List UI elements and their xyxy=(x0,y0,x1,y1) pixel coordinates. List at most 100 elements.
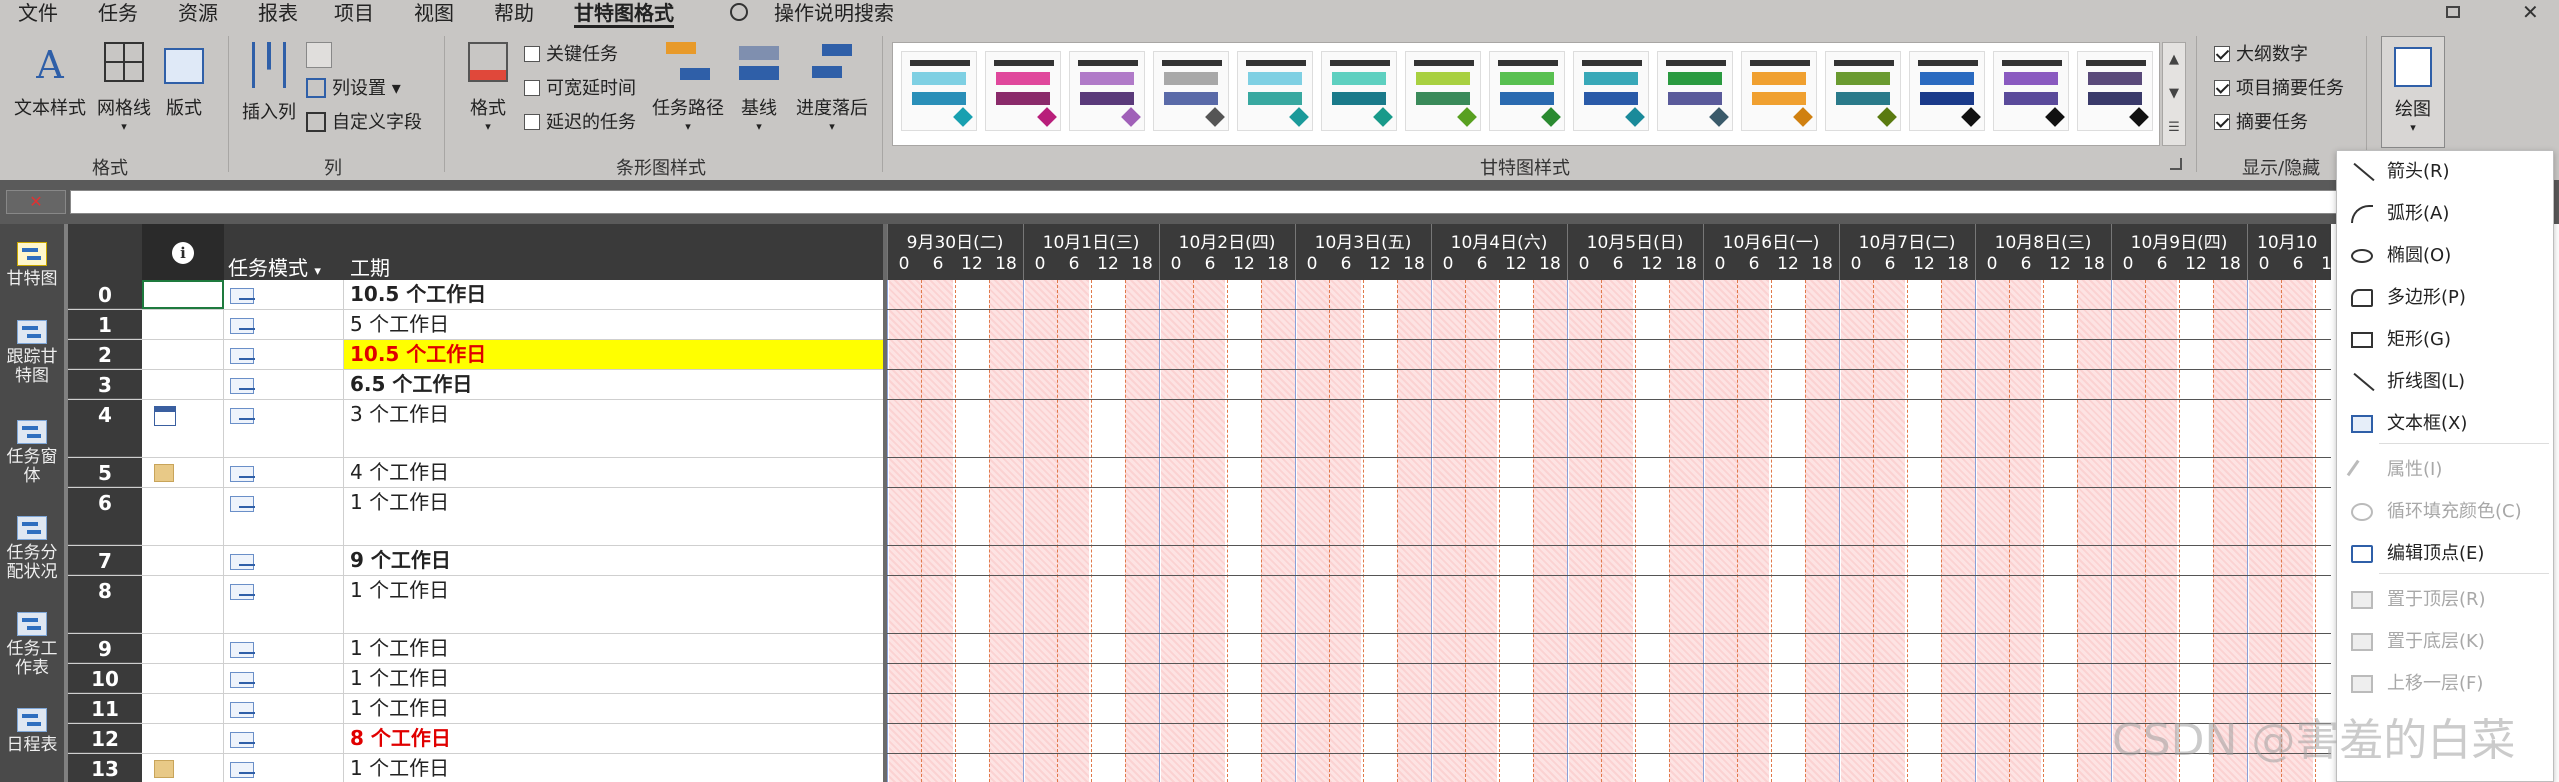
gantt-style-item[interactable] xyxy=(1825,51,1901,131)
restore-window-icon[interactable] xyxy=(2446,6,2460,18)
gallery-scroll[interactable]: ▲ ▼ ☰ xyxy=(2162,42,2186,146)
column-header-info[interactable]: ℹ xyxy=(142,224,224,280)
table-row[interactable]: 5 4 个工作日 xyxy=(68,458,883,488)
indicator-cell[interactable] xyxy=(142,488,224,545)
gantt-style-item[interactable] xyxy=(1993,51,2069,131)
table-row[interactable]: 3 6.5 个工作日 xyxy=(68,370,883,400)
dialog-launcher-icon[interactable] xyxy=(2170,158,2182,170)
draw-menu-item[interactable]: 弧形(A) xyxy=(2337,193,2555,235)
row-id[interactable]: 7 xyxy=(68,546,142,575)
table-row[interactable]: 7 9 个工作日 xyxy=(68,546,883,576)
critical-tasks-checkbox[interactable]: 关键任务 xyxy=(524,40,618,70)
custom-fields-button[interactable]: 自定义字段 xyxy=(306,108,422,138)
gantt-style-item[interactable] xyxy=(1153,51,1229,131)
task-mode-cell[interactable] xyxy=(224,280,344,309)
sort-dropdown-icon[interactable]: ▾ xyxy=(314,264,321,279)
task-mode-cell[interactable] xyxy=(224,724,344,753)
table-row[interactable]: 8 1 个工作日 xyxy=(68,576,883,634)
indicator-cell[interactable] xyxy=(142,724,224,753)
task-mode-cell[interactable] xyxy=(224,310,344,339)
duration-cell[interactable]: 5 个工作日 xyxy=(344,310,883,339)
row-id[interactable]: 1 xyxy=(68,310,142,339)
table-row[interactable]: 0 10.5 个工作日 xyxy=(68,280,883,310)
draw-menu-item[interactable]: 多边形(P) xyxy=(2337,277,2555,319)
duration-cell[interactable]: 10.5 个工作日 xyxy=(344,340,883,369)
task-mode-cell[interactable] xyxy=(224,340,344,369)
tab-gantt-format[interactable]: 甘特图格式 xyxy=(574,0,674,28)
indicator-cell[interactable] xyxy=(142,576,224,633)
row-id[interactable]: 11 xyxy=(68,694,142,723)
duration-cell[interactable]: 1 个工作日 xyxy=(344,634,883,663)
table-row[interactable]: 4 3 个工作日 xyxy=(68,400,883,458)
indicator-cell[interactable] xyxy=(142,664,224,693)
task-mode-cell[interactable] xyxy=(224,576,344,633)
layout-button[interactable]: 版式 xyxy=(160,42,208,120)
gantt-style-item[interactable] xyxy=(1573,51,1649,131)
table-row[interactable]: 12 8 个工作日 xyxy=(68,724,883,754)
view-task-sheet[interactable]: 任务工 作表 xyxy=(0,612,64,678)
slippage-button[interactable]: 进度落后 ▾ xyxy=(794,42,870,133)
task-mode-cell[interactable] xyxy=(224,400,344,457)
wrap-text-icon[interactable] xyxy=(402,42,428,68)
row-id[interactable]: 10 xyxy=(68,664,142,693)
draw-menu-item[interactable]: 矩形(G) xyxy=(2337,319,2555,361)
project-summary-checkbox[interactable]: 项目摘要任务 xyxy=(2214,74,2344,104)
close-icon[interactable]: ✕ xyxy=(2522,0,2539,24)
gantt-chart[interactable]: 9月30日(二) 0 6 12 18 10月1日(三) 0 6 12 18 10月2日(四) 0 6 12… xyxy=(887,224,2331,782)
task-mode-cell[interactable] xyxy=(224,488,344,545)
slack-checkbox[interactable]: 可宽延时间 xyxy=(524,74,636,104)
draw-menu-item[interactable]: 箭头(R) xyxy=(2337,151,2555,193)
task-mode-cell[interactable] xyxy=(224,370,344,399)
tab-resource[interactable]: 资源 xyxy=(178,0,218,28)
bar-format-button[interactable]: 格式 ▾ xyxy=(458,42,518,133)
view-task-usage[interactable]: 任务分 配状况 xyxy=(0,516,64,582)
indicator-cell[interactable] xyxy=(142,340,224,369)
duration-cell[interactable]: 1 个工作日 xyxy=(344,694,883,723)
align-center-icon[interactable] xyxy=(338,42,364,68)
gantt-style-item[interactable] xyxy=(1069,51,1145,131)
tab-report[interactable]: 报表 xyxy=(258,0,298,28)
gantt-style-item[interactable] xyxy=(985,51,1061,131)
gantt-style-item[interactable] xyxy=(1657,51,1733,131)
duration-cell[interactable]: 1 个工作日 xyxy=(344,576,883,633)
table-row[interactable]: 9 1 个工作日 xyxy=(68,634,883,664)
gallery-up-icon[interactable]: ▲ xyxy=(2163,43,2185,77)
align-right-icon[interactable] xyxy=(370,42,396,68)
draw-menu-item[interactable]: 折线图(L) xyxy=(2337,361,2555,403)
row-id[interactable]: 0 xyxy=(68,280,142,309)
late-tasks-checkbox[interactable]: 延迟的任务 xyxy=(524,108,636,138)
duration-cell[interactable]: 10.5 个工作日 xyxy=(344,280,883,309)
row-id[interactable]: 9 xyxy=(68,634,142,663)
table-row[interactable]: 11 1 个工作日 xyxy=(68,694,883,724)
gallery-down-icon[interactable]: ▼ xyxy=(2163,77,2185,111)
task-mode-cell[interactable] xyxy=(224,546,344,575)
gridlines-button[interactable]: 网格线 ▾ xyxy=(94,42,154,133)
align-left-icon[interactable] xyxy=(306,42,332,68)
table-row[interactable]: 10 1 个工作日 xyxy=(68,664,883,694)
task-mode-cell[interactable] xyxy=(224,458,344,487)
indicator-cell[interactable] xyxy=(142,754,224,782)
row-id[interactable]: 12 xyxy=(68,724,142,753)
tab-view[interactable]: 视图 xyxy=(414,0,454,28)
row-id[interactable]: 4 xyxy=(68,400,142,457)
tab-task[interactable]: 任务 xyxy=(98,0,138,28)
task-path-button[interactable]: 任务路径 ▾ xyxy=(650,42,726,133)
outline-number-checkbox[interactable]: 大纲数字 xyxy=(2214,40,2308,70)
table-row[interactable]: 6 1 个工作日 xyxy=(68,488,883,546)
baseline-button[interactable]: 基线 ▾ xyxy=(734,42,784,133)
duration-cell[interactable]: 1 个工作日 xyxy=(344,664,883,693)
task-mode-cell[interactable] xyxy=(224,754,344,782)
tab-help[interactable]: 帮助 xyxy=(494,0,534,28)
indicator-cell[interactable] xyxy=(142,458,224,487)
row-id[interactable]: 8 xyxy=(68,576,142,633)
indicator-cell[interactable] xyxy=(142,400,224,457)
duration-cell[interactable]: 9 个工作日 xyxy=(344,546,883,575)
view-tracking-gantt[interactable]: 跟踪甘 特图 xyxy=(0,320,64,386)
tell-me-search[interactable]: 操作说明搜索 xyxy=(774,0,894,28)
indicator-cell[interactable] xyxy=(142,280,224,309)
gantt-style-item[interactable] xyxy=(1489,51,1565,131)
duration-cell[interactable]: 1 个工作日 xyxy=(344,488,883,545)
indicator-cell[interactable] xyxy=(142,546,224,575)
table-row[interactable]: 13 1 个工作日 xyxy=(68,754,883,782)
gantt-style-item[interactable] xyxy=(901,51,977,131)
